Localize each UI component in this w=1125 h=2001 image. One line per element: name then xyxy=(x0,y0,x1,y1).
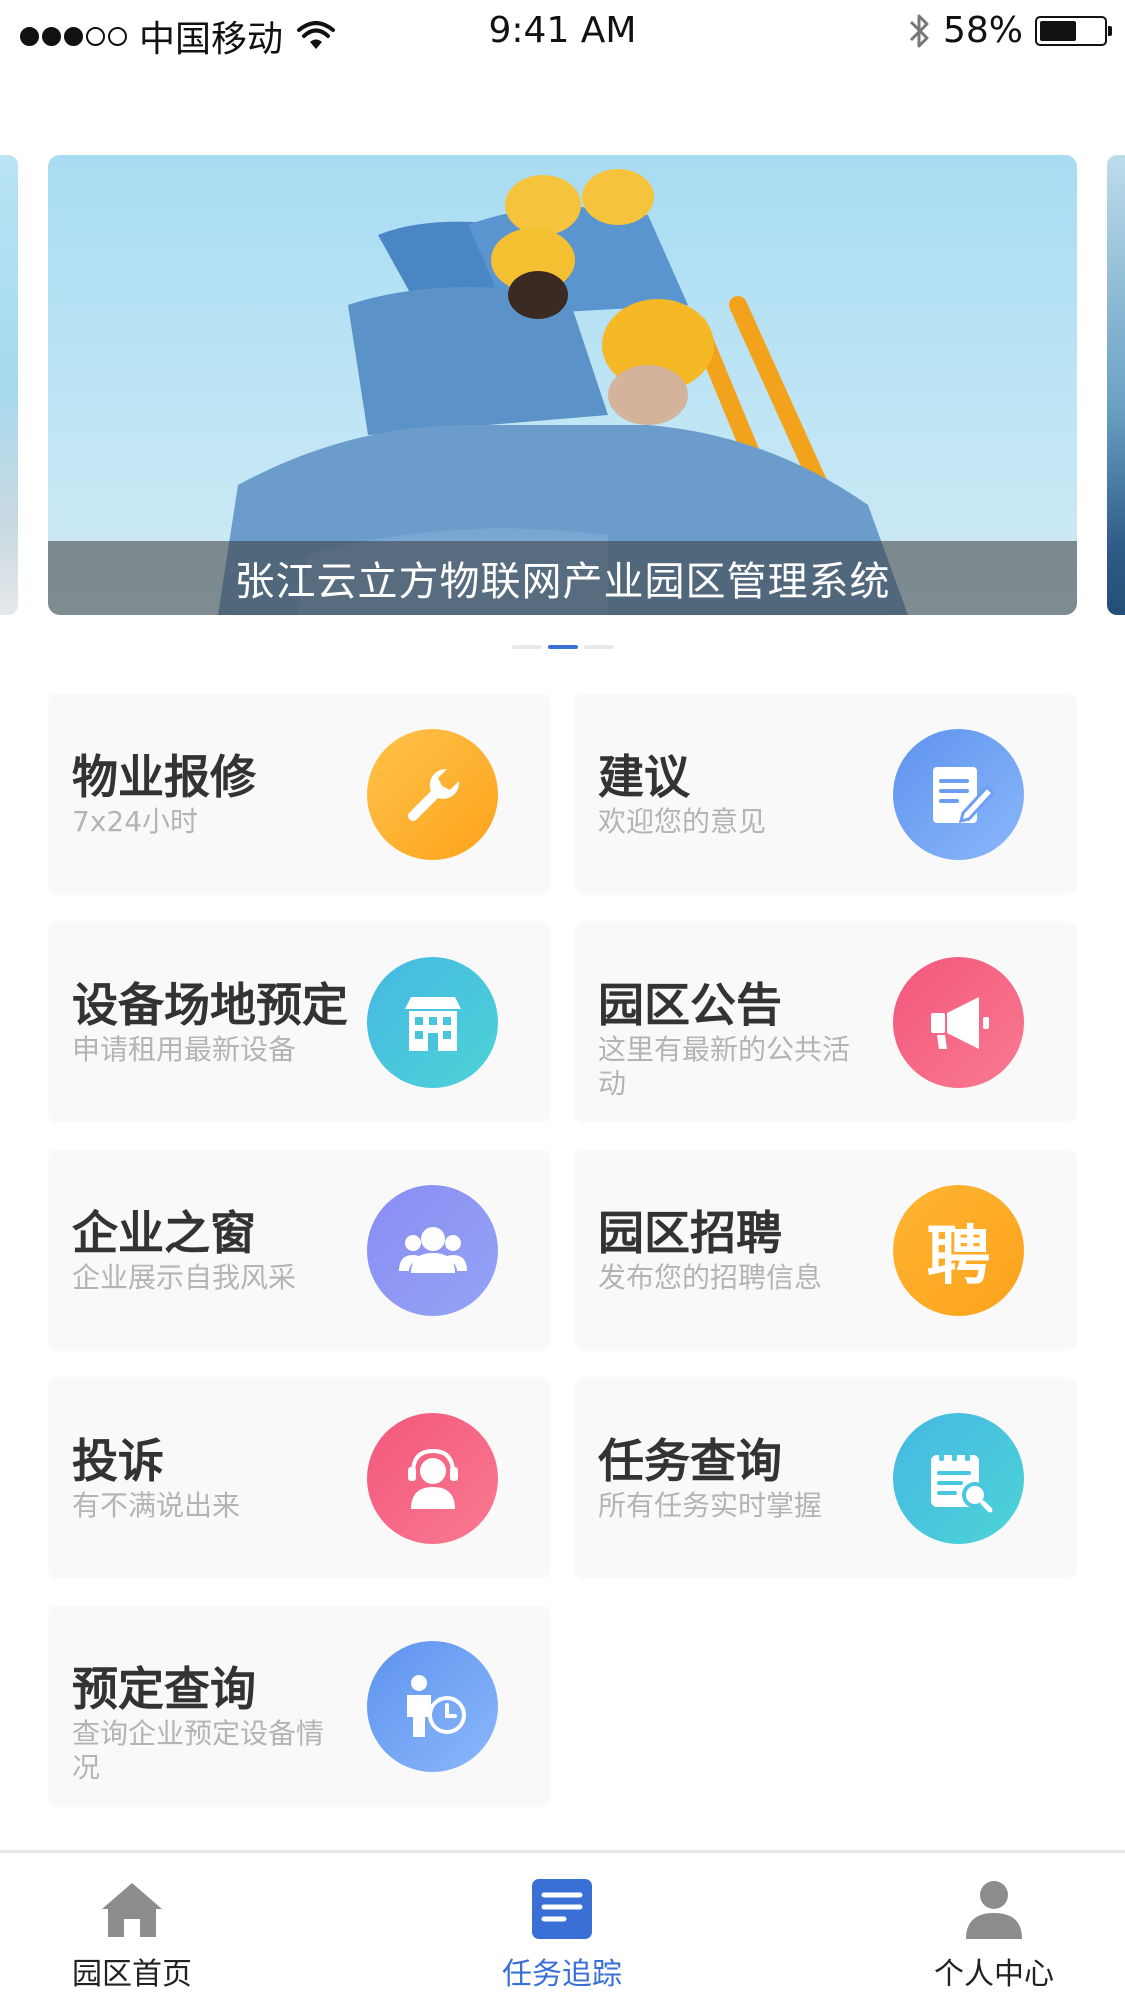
card-subtitle: 所有任务实时掌握 xyxy=(598,1489,823,1522)
home-icon xyxy=(98,1877,166,1941)
card-subtitle: 发布您的招聘信息 xyxy=(598,1261,823,1294)
wrench-icon xyxy=(367,729,498,860)
card-title: 预定查询 xyxy=(72,1662,256,1716)
status-bar: 中国移动 9:41 AM 58% xyxy=(0,0,1125,64)
carousel-dot[interactable] xyxy=(583,645,614,649)
bottom-tab-bar: 园区首页 任务追踪 个人中心 xyxy=(0,1850,1125,2001)
megaphone-icon xyxy=(893,957,1024,1088)
carousel-indicators[interactable] xyxy=(0,645,1125,649)
card-subtitle: 7x24小时 xyxy=(72,805,199,838)
recruit-icon-text: 聘 xyxy=(926,1219,991,1294)
tab-personal-center[interactable]: 个人中心 xyxy=(884,1853,1104,2001)
card-title: 任务查询 xyxy=(598,1434,782,1488)
service-card-reservation-query[interactable]: 预定查询 查询企业预定设备情况 xyxy=(48,1605,551,1807)
service-card-property-repair[interactable]: 物业报修 7x24小时 xyxy=(48,693,551,895)
carousel-dot-active[interactable] xyxy=(547,645,578,649)
service-card-suggestion[interactable]: 建议 欢迎您的意见 xyxy=(574,693,1077,895)
reservation-clock-icon xyxy=(367,1641,498,1772)
building-icon xyxy=(367,957,498,1088)
service-card-park-notice[interactable]: 园区公告 这里有最新的公共活动 xyxy=(574,921,1077,1123)
banner-caption: 张江云立方物联网产业园区管理系统 xyxy=(48,541,1077,615)
tab-label: 任务追踪 xyxy=(502,1957,622,1992)
card-subtitle: 这里有最新的公共活动 xyxy=(598,1033,851,1100)
service-card-complaint[interactable]: 投诉 有不满说出来 xyxy=(48,1377,551,1579)
card-title: 园区招聘 xyxy=(598,1206,782,1260)
battery-icon xyxy=(1035,15,1112,46)
carousel-prev-slide[interactable] xyxy=(0,155,18,615)
service-card-park-recruitment[interactable]: 园区招聘 发布您的招聘信息 聘 xyxy=(574,1149,1077,1351)
card-title: 设备场地预定 xyxy=(72,978,348,1032)
card-title: 投诉 xyxy=(72,1434,164,1488)
tab-label: 园区首页 xyxy=(72,1957,192,1992)
tab-park-home[interactable]: 园区首页 xyxy=(22,1853,242,2001)
card-subtitle: 欢迎您的意见 xyxy=(598,805,767,838)
service-card-enterprise-window[interactable]: 企业之窗 企业展示自我风采 xyxy=(48,1149,551,1351)
tab-task-tracking[interactable]: 任务追踪 xyxy=(452,1853,672,2001)
headset-icon xyxy=(367,1413,498,1544)
card-subtitle: 企业展示自我风采 xyxy=(72,1261,297,1294)
carousel-dot[interactable] xyxy=(511,645,542,649)
status-bar-right: 58% xyxy=(907,10,1112,51)
banner-carousel[interactable]: 张江云立方物联网产业园区管理系统 xyxy=(0,155,1125,615)
battery-percent: 58% xyxy=(942,10,1023,51)
card-subtitle: 有不满说出来 xyxy=(72,1489,241,1522)
card-subtitle: 申请租用最新设备 xyxy=(72,1033,297,1066)
group-icon xyxy=(367,1185,498,1316)
task-list-icon xyxy=(528,1877,596,1941)
user-icon xyxy=(960,1877,1028,1941)
service-card-equipment-booking[interactable]: 设备场地预定 申请租用最新设备 xyxy=(48,921,551,1123)
bluetooth-icon xyxy=(909,14,929,47)
banner-slide[interactable]: 张江云立方物联网产业园区管理系统 xyxy=(48,155,1077,615)
card-title: 建议 xyxy=(598,750,690,804)
service-card-task-query[interactable]: 任务查询 所有任务实时掌握 xyxy=(574,1377,1077,1579)
carousel-next-slide[interactable] xyxy=(1107,155,1125,615)
document-edit-icon xyxy=(893,729,1024,860)
card-title: 园区公告 xyxy=(598,978,782,1032)
task-search-icon xyxy=(893,1413,1024,1544)
card-title: 物业报修 xyxy=(72,750,256,804)
card-subtitle: 查询企业预定设备情况 xyxy=(72,1717,325,1784)
recruit-icon: 聘 xyxy=(893,1185,1024,1316)
card-title: 企业之窗 xyxy=(72,1206,256,1260)
tab-label: 个人中心 xyxy=(934,1957,1054,1992)
